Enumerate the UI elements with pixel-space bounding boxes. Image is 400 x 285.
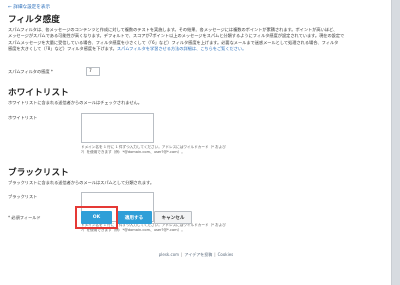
- sensitivity-label: スパムフィルタの感度 *: [8, 69, 53, 74]
- footer-feedback-link[interactable]: アイデアを投稿: [184, 252, 212, 257]
- footer-cookies-link[interactable]: Cookies: [218, 252, 234, 257]
- filter-sensitivity-title: フィルタ感度: [8, 15, 60, 25]
- whitelist-textarea[interactable]: [81, 113, 154, 143]
- blacklist-title: ブラックリスト: [8, 168, 69, 178]
- whitelist-help-line: ?）を使用できます（例：*@domain.com、user?@*.com）。: [81, 150, 185, 155]
- filter-description-line: 感度を大きくして（「8」など）フィルタ感度を下げます。スパムフィルタを学習させる…: [8, 46, 388, 52]
- whitelist-description: ホワイトリストに含まれる送信者からのメールはチェックされません。: [8, 100, 142, 105]
- required-fields-note: * 必須フィールド: [8, 215, 41, 220]
- filter-learn-more-link[interactable]: スパムフィルタを学習させる方法の詳細は、こちらをご覧ください。: [117, 46, 246, 51]
- cancel-button[interactable]: キャンセル: [154, 211, 192, 224]
- filter-description: スパムフィルタは、各メッセージのコンテンツと作成に対して複数のテストを実施します…: [8, 27, 388, 52]
- filter-description-line: メッセージがスパムである可能性が高くなります。デフォルトで、スコアが7ポイント以…: [8, 33, 345, 39]
- blacklist-label: ブラックリスト: [8, 194, 38, 199]
- sensitivity-input[interactable]: 7: [86, 67, 100, 76]
- footer-brand-link[interactable]: plesk.com: [159, 252, 179, 257]
- whitelist-help: ドメイン名を 1 行に 1 件ずつ入力してください。アドレスにはワイルドカード（…: [81, 145, 226, 155]
- whitelist-title: ホワイトリスト: [8, 88, 69, 98]
- filter-description-tail: 感度を大きくして（「8」など）フィルタ感度を下げます。: [8, 45, 117, 51]
- footer: plesk.com | アイデアを投稿 | Cookies: [0, 252, 392, 258]
- settings-panel: ← 詳細な設定を表示 フィルタ感度 スパムフィルタは、各メッセージのコンテンツと…: [0, 0, 392, 285]
- ok-button-highlight: [75, 206, 118, 229]
- show-advanced-settings-link[interactable]: ← 詳細な設定を表示: [8, 4, 50, 10]
- apply-button[interactable]: 適用する: [116, 211, 152, 224]
- blacklist-description: ブラックリストに含まれる送信者からのメールはスパムとして分類されます。: [8, 180, 155, 185]
- whitelist-label: ホワイトリスト: [8, 115, 38, 120]
